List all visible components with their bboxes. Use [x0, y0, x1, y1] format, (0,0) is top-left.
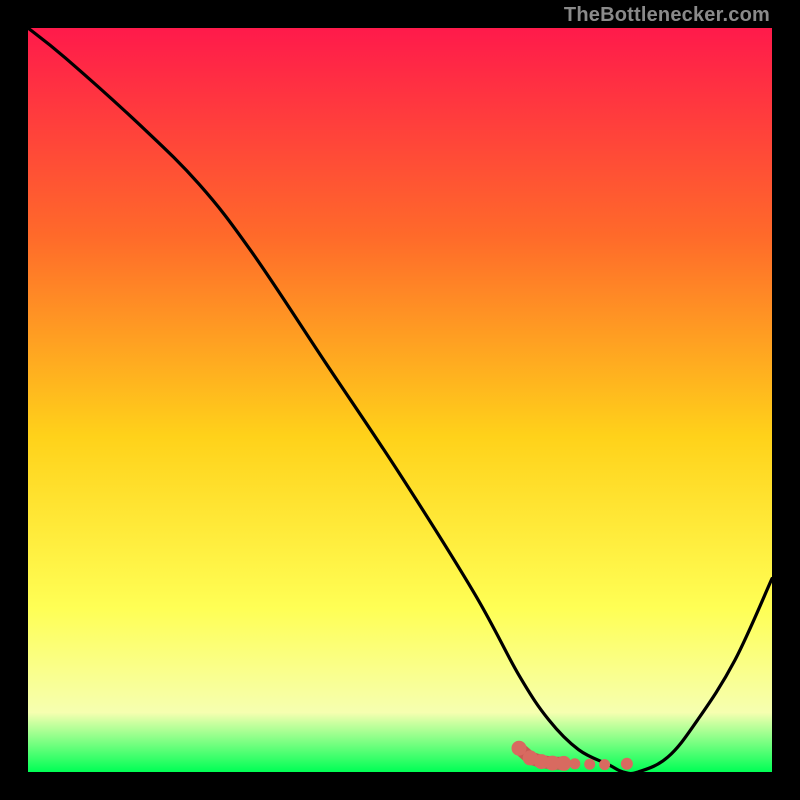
watermark-text: TheBottlenecker.com	[564, 4, 770, 27]
chart-plot-area	[28, 28, 772, 772]
heat-gradient-background	[28, 28, 772, 772]
